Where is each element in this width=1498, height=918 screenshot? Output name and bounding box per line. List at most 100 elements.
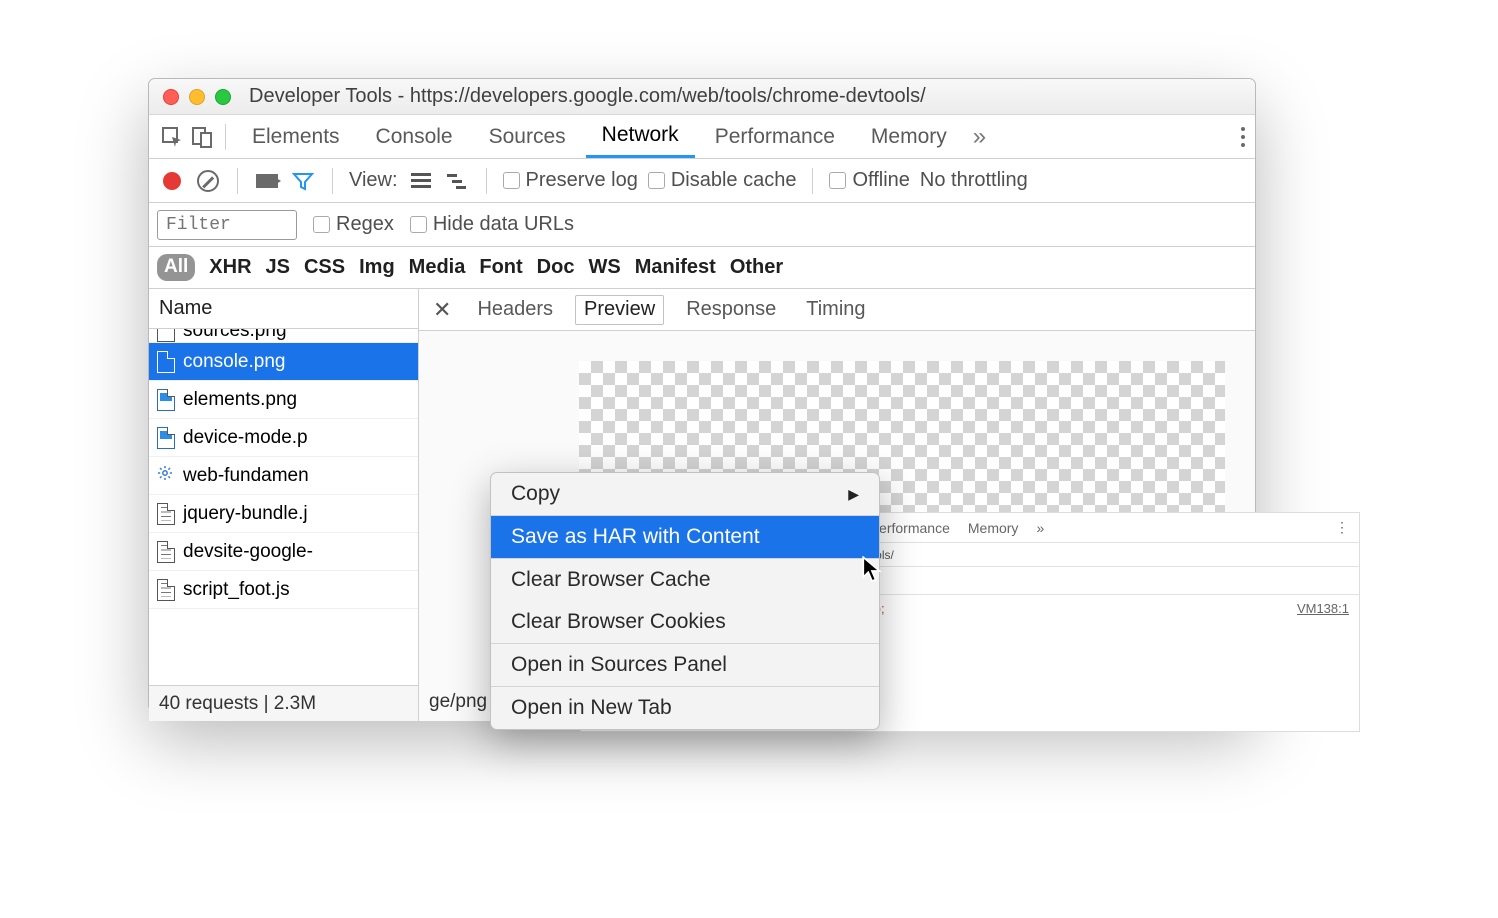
view-label: View:: [349, 169, 398, 192]
filter-input[interactable]: [157, 210, 297, 240]
preserve-log-checkbox[interactable]: Preserve log: [503, 169, 638, 192]
separator: [237, 168, 238, 194]
close-detail-button[interactable]: ✕: [429, 297, 455, 323]
tab-sources[interactable]: Sources: [473, 115, 582, 158]
minimize-window-button[interactable]: [189, 89, 205, 105]
devtools-menu-icon[interactable]: [1241, 127, 1245, 147]
device-toggle-icon[interactable]: [189, 124, 215, 150]
tab-headers[interactable]: Headers: [469, 295, 561, 325]
regex-label: Regex: [336, 213, 394, 236]
record-button[interactable]: [159, 168, 185, 194]
filter-toggle-icon[interactable]: [290, 168, 316, 194]
source-link: VM138:1: [1297, 601, 1349, 616]
window-title: Developer Tools - https://developers.goo…: [249, 85, 926, 108]
detail-tabs: ✕ Headers Preview Response Timing: [419, 289, 1255, 331]
file-name: elements.png: [183, 389, 297, 411]
menu-label: Clear Browser Cache: [511, 568, 711, 592]
main-tab-bar: Elements Console Sources Network Perform…: [149, 115, 1255, 159]
type-doc[interactable]: Doc: [537, 256, 575, 279]
tab-preview[interactable]: Preview: [575, 295, 664, 325]
type-font[interactable]: Font: [479, 256, 522, 279]
requests-panel: Name sources.png console.png elements.pn…: [149, 289, 419, 721]
inner-tab: Memory: [968, 520, 1019, 536]
type-filter-bar: All XHR JS CSS Img Media Font Doc WS Man…: [149, 247, 1255, 289]
preserve-log-label: Preserve log: [526, 169, 638, 192]
file-name: console.png: [183, 351, 285, 373]
list-item[interactable]: jquery-bundle.j: [149, 495, 418, 533]
separator: [225, 124, 226, 150]
script-file-icon: [157, 541, 175, 563]
overflow-tabs-icon[interactable]: »: [973, 123, 986, 151]
offline-checkbox[interactable]: Offline: [829, 169, 909, 192]
type-js[interactable]: JS: [266, 256, 290, 279]
script-file-icon: [157, 503, 175, 525]
menu-label: Copy: [511, 482, 560, 506]
hide-data-urls-checkbox[interactable]: Hide data URLs: [410, 213, 574, 236]
tab-response[interactable]: Response: [678, 295, 784, 325]
menu-label: Save as HAR with Content: [511, 525, 760, 549]
list-item[interactable]: sources.png: [149, 329, 418, 343]
menu-copy[interactable]: Copy ▶: [491, 473, 879, 515]
tab-timing[interactable]: Timing: [798, 295, 873, 325]
request-list: sources.png console.png elements.png dev…: [149, 329, 418, 685]
waterfall-view-icon[interactable]: [444, 168, 470, 194]
gear-icon: [157, 465, 175, 487]
menu-open-sources[interactable]: Open in Sources Panel: [491, 644, 879, 686]
tab-performance[interactable]: Performance: [699, 115, 851, 158]
context-menu: Copy ▶ Save as HAR with Content Clear Bro…: [490, 472, 880, 730]
list-item[interactable]: elements.png: [149, 381, 418, 419]
image-file-icon: [157, 389, 175, 411]
submenu-arrow-icon: ▶: [848, 486, 859, 503]
tab-console[interactable]: Console: [360, 115, 469, 158]
hide-data-urls-label: Hide data URLs: [433, 213, 574, 236]
type-img[interactable]: Img: [359, 256, 395, 279]
separator: [812, 168, 813, 194]
close-window-button[interactable]: [163, 89, 179, 105]
titlebar: Developer Tools - https://developers.goo…: [149, 79, 1255, 115]
menu-clear-cache[interactable]: Clear Browser Cache: [491, 559, 879, 601]
menu-label: Clear Browser Cookies: [511, 610, 726, 634]
list-item[interactable]: device-mode.p: [149, 419, 418, 457]
file-icon: [157, 329, 175, 342]
regex-checkbox[interactable]: Regex: [313, 213, 394, 236]
type-manifest[interactable]: Manifest: [635, 256, 716, 279]
type-media[interactable]: Media: [409, 256, 466, 279]
cursor-icon: [862, 556, 882, 582]
type-css[interactable]: CSS: [304, 256, 345, 279]
status-bar: 40 requests | 2.3M: [149, 685, 418, 721]
file-name: web-fundamen: [183, 465, 309, 487]
type-all[interactable]: All: [157, 254, 195, 281]
throttling-dropdown[interactable]: No throttling: [920, 169, 1028, 192]
tab-elements[interactable]: Elements: [236, 115, 356, 158]
script-file-icon: [157, 579, 175, 601]
list-item[interactable]: console.png: [149, 343, 418, 381]
list-item[interactable]: devsite-google-: [149, 533, 418, 571]
list-item[interactable]: web-fundamen: [149, 457, 418, 495]
file-name: devsite-google-: [183, 541, 313, 563]
capture-screenshot-icon[interactable]: [254, 168, 280, 194]
menu-open-tab[interactable]: Open in New Tab: [491, 687, 879, 729]
menu-save-har[interactable]: Save as HAR with Content: [491, 516, 879, 558]
traffic-lights: [163, 89, 231, 105]
inner-tab: Performance: [870, 520, 950, 536]
image-file-icon: [157, 427, 175, 449]
type-xhr[interactable]: XHR: [209, 256, 251, 279]
file-name: sources.png: [183, 329, 287, 342]
inner-menu-icon: ⋮: [1335, 519, 1349, 536]
disable-cache-label: Disable cache: [671, 169, 797, 192]
tab-network[interactable]: Network: [586, 115, 695, 158]
menu-clear-cookies[interactable]: Clear Browser Cookies: [491, 601, 879, 643]
inspect-element-icon[interactable]: [159, 124, 185, 150]
separator: [332, 168, 333, 194]
large-rows-icon[interactable]: [408, 168, 434, 194]
type-other[interactable]: Other: [730, 256, 783, 279]
clear-button[interactable]: [195, 168, 221, 194]
name-column-header[interactable]: Name: [149, 289, 418, 329]
maximize-window-button[interactable]: [215, 89, 231, 105]
file-name: jquery-bundle.j: [183, 503, 308, 525]
type-ws[interactable]: WS: [588, 256, 620, 279]
separator: [486, 168, 487, 194]
list-item[interactable]: script_foot.js: [149, 571, 418, 609]
tab-memory[interactable]: Memory: [855, 115, 963, 158]
disable-cache-checkbox[interactable]: Disable cache: [648, 169, 797, 192]
